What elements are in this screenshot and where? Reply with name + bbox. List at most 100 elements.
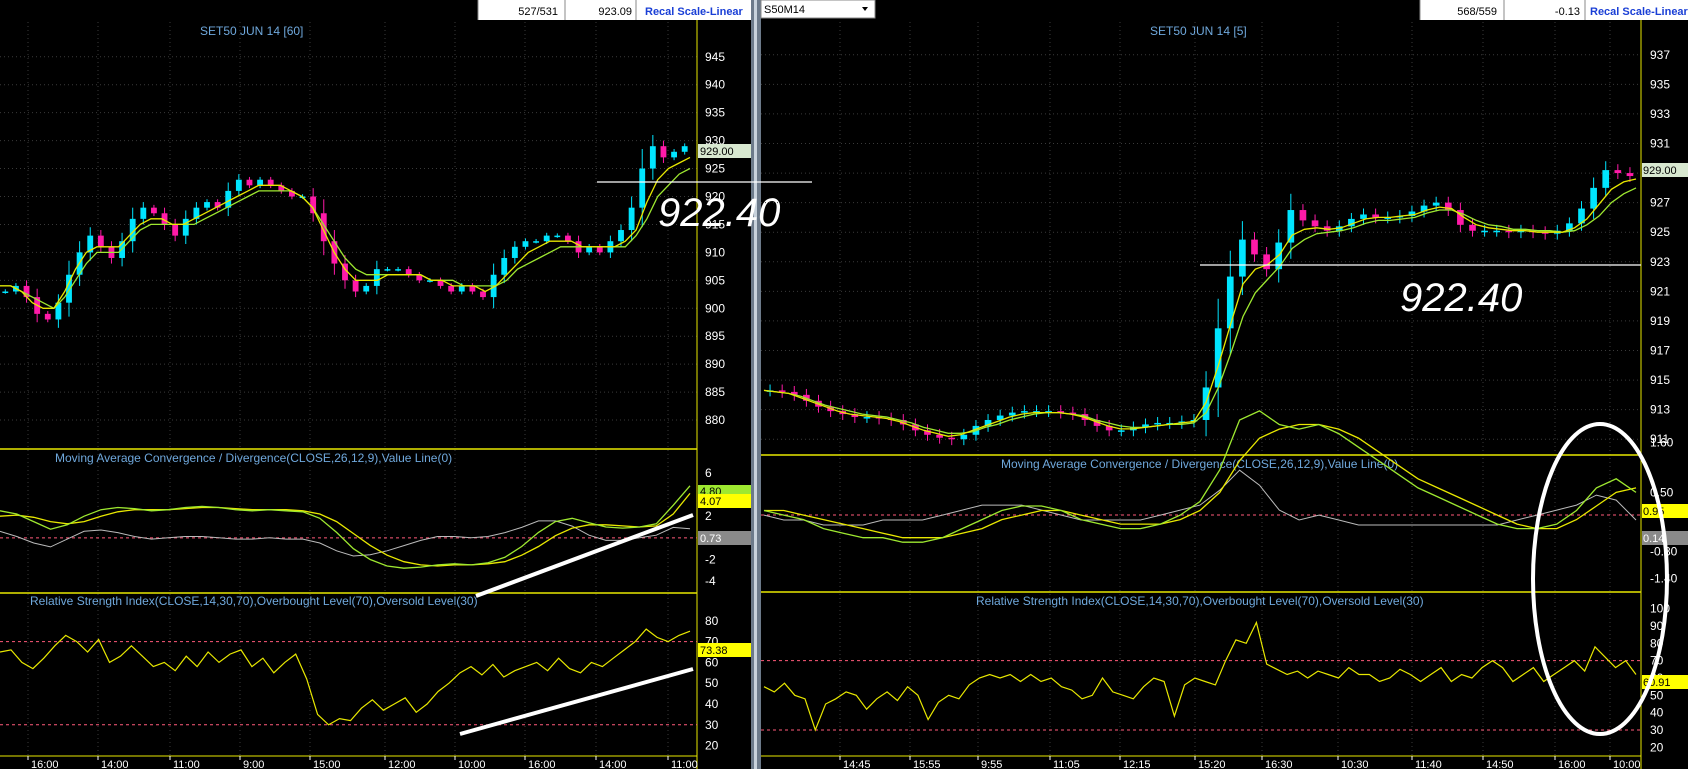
left-candle-58 bbox=[618, 230, 624, 242]
left-rsi-tick-6: 20 bbox=[705, 739, 719, 753]
right-price-tick-0: 937 bbox=[1650, 48, 1670, 62]
right-candle-8 bbox=[863, 417, 871, 419]
left-macd-tick-2: -2 bbox=[705, 553, 716, 567]
right-candle-44 bbox=[1299, 210, 1307, 221]
right-timetick-0: 14:45 bbox=[843, 759, 871, 769]
right-rsi-tick-6: 40 bbox=[1650, 706, 1664, 720]
left-candle-51 bbox=[543, 235, 550, 242]
left-candle-52 bbox=[554, 235, 561, 238]
left-timetick-0: 16:00 bbox=[31, 759, 59, 769]
left-recal-scale-button[interactable]: Recal Scale-Linear bbox=[645, 6, 744, 18]
right-timetick-6: 16:30 bbox=[1265, 759, 1293, 769]
right-candle-32 bbox=[1154, 422, 1161, 425]
left-rsi-tick-3: 50 bbox=[705, 676, 719, 690]
right-macd-badge-2: 0.14 bbox=[1643, 533, 1664, 545]
left-candle-44 bbox=[469, 285, 476, 292]
left-candle-36 bbox=[384, 269, 391, 271]
left-last-price: 923.09 bbox=[598, 6, 632, 18]
left-candle-22 bbox=[235, 179, 242, 191]
left-rsi-tick-5: 30 bbox=[705, 718, 719, 732]
left-timetick-6: 10:00 bbox=[458, 759, 486, 769]
left-timetick-3: 9:00 bbox=[243, 759, 264, 769]
right-price-tick-2: 933 bbox=[1650, 107, 1670, 121]
left-price-tick-11: 890 bbox=[705, 357, 725, 371]
symbol-selector[interactable]: S50M14 bbox=[760, 0, 876, 19]
right-timetick-8: 11:40 bbox=[1415, 759, 1442, 769]
left-candle-61 bbox=[649, 146, 656, 169]
left-candle-60 bbox=[639, 168, 646, 208]
left-candle-23 bbox=[246, 179, 253, 186]
right-candle-58 bbox=[1469, 224, 1476, 231]
right-price-tick-8: 921 bbox=[1650, 284, 1670, 298]
right-price-tick-3: 931 bbox=[1650, 137, 1670, 151]
right-candle-40 bbox=[1251, 239, 1258, 255]
left-price-badge-value: 929.00 bbox=[700, 146, 734, 158]
right-timetick-3: 11:05 bbox=[1053, 759, 1080, 769]
right-rsi-tick-7: 30 bbox=[1650, 723, 1664, 737]
left-header-bar: 527/531 923.09 Recal Scale-Linear bbox=[477, 0, 751, 20]
left-annotation-text: 922.40 bbox=[658, 191, 780, 235]
right-annotation-text: 922.40 bbox=[1400, 276, 1522, 320]
left-candle-45 bbox=[480, 291, 486, 298]
right-price-tick-12: 913 bbox=[1650, 403, 1670, 417]
left-candle-34 bbox=[363, 285, 370, 292]
right-candle-39 bbox=[1239, 239, 1246, 277]
left-candle-55 bbox=[586, 246, 593, 253]
right-candle-55 bbox=[1432, 202, 1440, 206]
left-candle-42 bbox=[448, 285, 455, 292]
left-candle-33 bbox=[352, 280, 359, 292]
left-candle-38 bbox=[405, 269, 412, 275]
left-timetick-1: 14:00 bbox=[101, 759, 129, 769]
left-candle-9 bbox=[97, 235, 104, 247]
left-candle-16 bbox=[172, 224, 179, 236]
left-timetick-7: 16:00 bbox=[528, 759, 556, 769]
left-candle-49 bbox=[522, 241, 529, 247]
right-candle-69 bbox=[1602, 170, 1610, 188]
right-recal-scale-button[interactable]: Recal Scale-Linear bbox=[1590, 6, 1688, 18]
right-price-tick-6: 925 bbox=[1650, 225, 1670, 239]
left-macd-tick-0: 6 bbox=[705, 466, 712, 480]
trading-workspace: 527/531 923.09 Recal Scale-Linear SET50 … bbox=[0, 0, 1688, 769]
right-timetick-10: 16:00 bbox=[1558, 759, 1586, 769]
right-candle-59 bbox=[1481, 230, 1488, 233]
right-candle-38 bbox=[1226, 276, 1234, 329]
right-candle-60 bbox=[1493, 230, 1501, 233]
left-candle-48 bbox=[511, 246, 518, 258]
left-candle-24 bbox=[257, 179, 263, 186]
left-timetick-9: 11:00 bbox=[671, 759, 698, 769]
left-rsi-tick-0: 80 bbox=[705, 614, 719, 628]
right-rsi-title: Relative Strength Index(CLOSE,14,30,70),… bbox=[976, 594, 1424, 608]
left-timetick-8: 14:00 bbox=[599, 759, 627, 769]
right-change: -0.13 bbox=[1555, 6, 1580, 18]
left-candle-25 bbox=[267, 179, 274, 186]
left-price-tick-12: 885 bbox=[705, 385, 725, 399]
left-candle-0 bbox=[2, 291, 9, 294]
right-price-tick-11: 915 bbox=[1650, 373, 1670, 387]
right-timetick-1: 15:55 bbox=[913, 759, 941, 769]
left-candle-47 bbox=[501, 257, 508, 275]
right-price-badge-value: 929.00 bbox=[1643, 165, 1677, 177]
left-candle-63 bbox=[671, 151, 677, 158]
right-price-badge: 929.00 bbox=[1642, 163, 1688, 177]
left-price-tick-9: 900 bbox=[705, 301, 725, 315]
left-candle-14 bbox=[151, 207, 157, 214]
right-candle-45 bbox=[1311, 220, 1319, 227]
right-rsi-tick-5: 50 bbox=[1650, 688, 1664, 702]
right-timetick-9: 14:50 bbox=[1486, 759, 1514, 769]
right-price-tick-5: 927 bbox=[1650, 196, 1670, 210]
left-candle-62 bbox=[660, 146, 667, 158]
right-timetick-4: 12:15 bbox=[1123, 759, 1151, 769]
right-timetick-11: 10:00 bbox=[1613, 759, 1641, 769]
left-rsi-tick-4: 40 bbox=[705, 697, 719, 711]
left-candle-53 bbox=[565, 235, 571, 242]
left-rsi-tick-2: 60 bbox=[705, 655, 719, 669]
left-macd-tick-1: 2 bbox=[705, 509, 712, 523]
right-price-tick-7: 923 bbox=[1650, 255, 1670, 269]
left-timetick-4: 15:00 bbox=[313, 759, 341, 769]
left-candle-13 bbox=[140, 207, 147, 219]
left-price-tick-13: 880 bbox=[705, 413, 725, 427]
left-rsi-badge: 73.38 bbox=[698, 643, 751, 657]
left-price-title: SET50 JUN 14 [60] bbox=[200, 24, 303, 38]
right-candle-68 bbox=[1590, 187, 1597, 209]
left-candle-43 bbox=[458, 285, 465, 292]
